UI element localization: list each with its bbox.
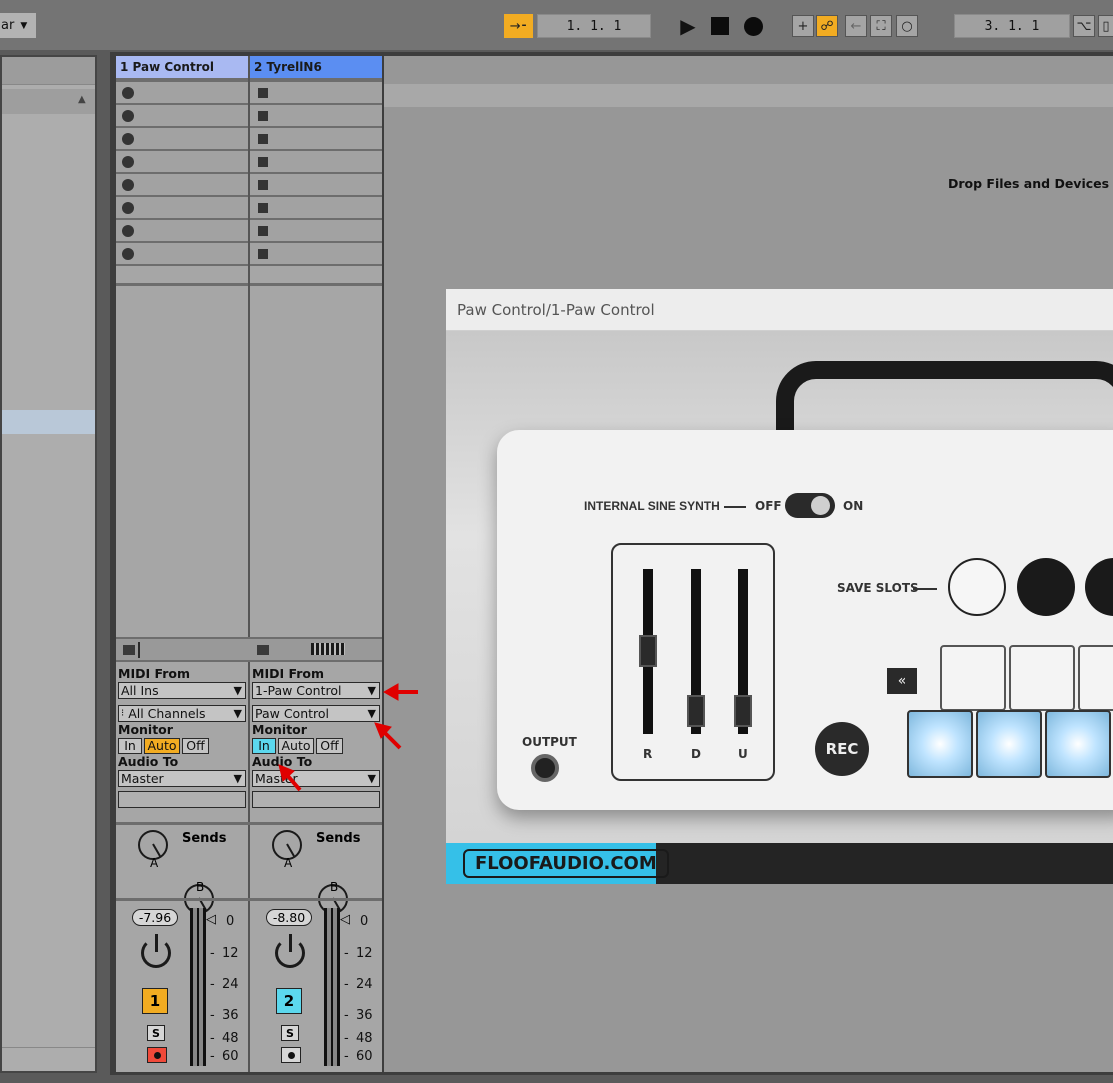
pad-blue[interactable] [907,710,973,778]
save-slot-3[interactable] [1085,558,1113,616]
rewind-icon[interactable]: « [887,668,917,694]
device-handle [776,361,1113,441]
ableton-window: ar ▼ →⁃ 1. 1. 1 ▶ + ☍ ← ⛶ ○ 3. 1. 1 ⌥ ▯ … [0,0,1113,1083]
pad-white[interactable] [1009,645,1075,711]
synth-label: INTERNAL SINE SYNTH [584,499,720,513]
plugin-window-title[interactable]: Paw Control/1-Paw Control [446,289,1113,331]
fader-label: D [691,747,701,761]
fader-label: U [738,747,748,761]
plugin-body: INTERNAL SINE SYNTH OFF ON R D U SAVE SL… [446,331,1113,843]
off-label: OFF [755,499,782,513]
label-line [913,588,937,590]
pad-blue[interactable] [1045,710,1111,778]
toggle-thumb [811,496,830,515]
rec-button[interactable]: REC [815,722,869,776]
pad-white[interactable] [940,645,1006,711]
arrow-head-icon [382,683,399,701]
save-slots-label: SAVE SLOTS [837,581,919,595]
plugin-footer: FLOOFAUDIO.COM [446,843,1113,884]
pad-blue[interactable] [976,710,1042,778]
output-label: OUTPUT [522,735,577,749]
save-slot-2[interactable] [1017,558,1075,616]
brand-label[interactable]: FLOOFAUDIO.COM [463,849,669,878]
synth-toggle[interactable] [785,493,835,518]
device-panel: INTERNAL SINE SYNTH OFF ON R D U SAVE SL… [497,430,1113,810]
fader-label: R [643,747,653,761]
on-label: ON [843,499,864,513]
pad-white[interactable] [1078,645,1113,711]
brand-banner: FLOOFAUDIO.COM [446,843,669,884]
fader-u-handle[interactable] [734,695,752,727]
fader-r-handle[interactable] [639,635,657,667]
label-line [724,506,746,508]
plugin-window: Paw Control/1-Paw Control INTERNAL SINE … [446,289,1113,884]
save-slot-1[interactable] [948,558,1006,616]
output-jack-icon [531,754,559,782]
fader-box: R D U [611,543,775,781]
fader-d-handle[interactable] [687,695,705,727]
annotation-arrow [382,730,402,750]
annotation-arrow [285,773,302,792]
